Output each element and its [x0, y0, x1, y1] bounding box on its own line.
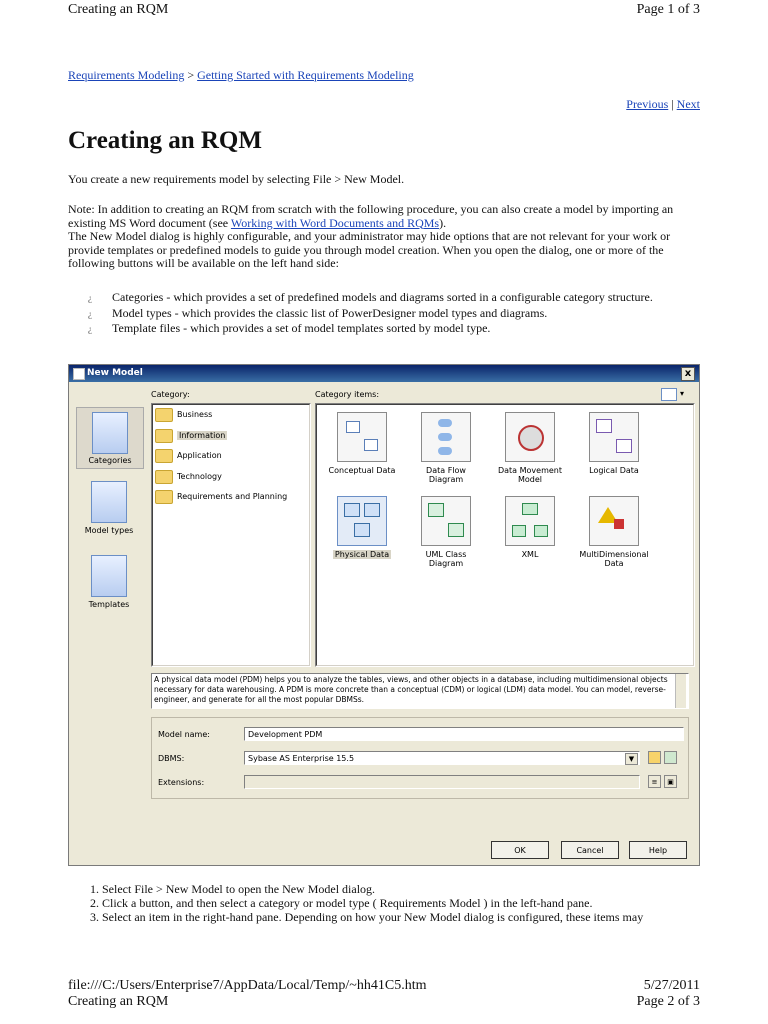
- item-data-flow-diagram[interactable]: Data Flow Diagram: [408, 412, 484, 484]
- note-paragraph: Note: In addition to creating an RQM fro…: [68, 202, 708, 271]
- bullet-icon: ¿: [88, 324, 92, 334]
- footer-path: file:///C:/Users/Enterprise7/AppData/Loc…: [68, 978, 427, 993]
- uml-class-icon: [421, 496, 471, 546]
- pager: Previous | Next: [626, 97, 700, 112]
- logical-data-icon: [589, 412, 639, 462]
- new-model-dialog: New Model x Category: Category items: ▾ …: [68, 364, 700, 866]
- word-documents-link[interactable]: Working with Word Documents and RQMs: [231, 216, 439, 230]
- extensions-edit-icon[interactable]: ≡: [648, 775, 661, 788]
- item-multidimensional-data[interactable]: MultiDimensional Data: [576, 496, 652, 568]
- view-mode-icon[interactable]: [661, 388, 677, 401]
- model-name-input[interactable]: Development PDM: [244, 727, 684, 741]
- category-item-technology[interactable]: Technology: [155, 468, 222, 485]
- categories-button[interactable]: Categories: [76, 407, 144, 469]
- data-movement-icon: [505, 412, 555, 462]
- physical-data-icon: [337, 496, 387, 546]
- cancel-button[interactable]: Cancel: [561, 841, 619, 859]
- categories-icon: [92, 412, 128, 454]
- bullet-icon: ¿: [88, 308, 92, 319]
- templates-button[interactable]: Templates: [76, 555, 142, 613]
- item-logical-data[interactable]: Logical Data: [576, 412, 652, 475]
- category-label: Category:: [151, 390, 190, 399]
- dbms-properties-icon[interactable]: [664, 751, 677, 764]
- footer-date: 5/27/2011: [643, 978, 700, 993]
- item-conceptual-data[interactable]: Conceptual Data: [324, 412, 400, 475]
- dbms-label: DBMS:: [158, 754, 185, 763]
- list-item: ¿ Categories - which provides a set of pr…: [88, 290, 653, 304]
- model-fields-panel: Model name: Development PDM DBMS: Sybase…: [151, 717, 689, 799]
- steps-list: 1. Select File > New Model to open the N…: [68, 882, 643, 924]
- footer-page: Page 2 of 3: [636, 994, 700, 1009]
- running-header-page: Page 1 of 3: [636, 2, 700, 17]
- model-types-icon: [91, 481, 127, 523]
- list-item: 1. Select File > New Model to open the N…: [90, 882, 376, 896]
- item-uml-class-diagram[interactable]: UML Class Diagram: [408, 496, 484, 568]
- breadcrumb: Requirements Modeling > Getting Started …: [68, 68, 414, 83]
- model-description: A physical data model (PDM) helps you to…: [151, 673, 689, 709]
- footer-title: Creating an RQM: [68, 994, 169, 1009]
- folder-icon: [155, 489, 173, 504]
- description-scrollbar[interactable]: [675, 674, 686, 708]
- note-line2: The New Model dialog is highly configura…: [68, 229, 671, 270]
- multidimensional-icon: [589, 496, 639, 546]
- model-types-button[interactable]: Model types: [76, 481, 142, 539]
- folder-icon: [155, 448, 173, 463]
- page-title: Creating an RQM: [68, 127, 262, 154]
- folder-icon: [155, 407, 173, 422]
- new-model-icon: [73, 368, 85, 380]
- open-folder-icon[interactable]: [648, 751, 661, 764]
- list-item: 3. Select an item in the right-hand pane…: [90, 910, 644, 924]
- breadcrumb-link-parent[interactable]: Requirements Modeling: [68, 68, 184, 82]
- running-header-title: Creating an RQM: [68, 2, 169, 17]
- category-list[interactable]: Business Information Application Technol…: [151, 403, 311, 667]
- extensions-select-icon[interactable]: ▣: [664, 775, 677, 788]
- data-flow-icon: [421, 412, 471, 462]
- mode-button-bar: Categories Model types Templates: [73, 389, 145, 667]
- bullet-icon: ¿: [88, 293, 92, 303]
- list-item: ¿ Template files - which provides a set o…: [88, 321, 491, 335]
- category-item-information[interactable]: Information: [155, 427, 228, 444]
- item-xml[interactable]: XML: [492, 496, 568, 559]
- previous-link[interactable]: Previous: [626, 97, 668, 111]
- category-item-requirements[interactable]: Requirements and Planning: [155, 488, 287, 505]
- note-text-end: ).: [439, 215, 447, 230]
- category-item-application[interactable]: Application: [155, 447, 222, 464]
- ok-button[interactable]: OK: [491, 841, 549, 859]
- category-item-business[interactable]: Business: [155, 406, 212, 423]
- conceptual-data-icon: [337, 412, 387, 462]
- item-physical-data[interactable]: Physical Data: [324, 496, 400, 559]
- category-items-label: Category items:: [315, 390, 380, 399]
- folder-icon: [155, 428, 173, 443]
- list-item: ¿ Model types - which provides the classi…: [88, 305, 548, 320]
- dbms-select[interactable]: Sybase AS Enterprise 15.5 ▼: [244, 751, 640, 765]
- close-button[interactable]: x: [681, 367, 695, 381]
- model-name-label: Model name:: [158, 730, 210, 739]
- help-button[interactable]: Help: [629, 841, 687, 859]
- pager-separator: |: [671, 97, 674, 111]
- dialog-title: New Model: [87, 368, 143, 378]
- breadcrumb-link-current[interactable]: Getting Started with Requirements Modeli…: [197, 68, 414, 82]
- folder-icon: [155, 469, 173, 484]
- templates-icon: [91, 555, 127, 597]
- extensions-field[interactable]: [244, 775, 640, 789]
- view-dropdown-icon[interactable]: ▾: [680, 389, 684, 398]
- category-items-grid[interactable]: Conceptual Data Data Flow Diagram Data M…: [315, 403, 695, 667]
- chevron-down-icon[interactable]: ▼: [625, 753, 638, 765]
- extensions-label: Extensions:: [158, 778, 205, 787]
- list-item: 2. Click a button, and then select a cat…: [90, 896, 593, 910]
- xml-icon: [505, 496, 555, 546]
- item-data-movement-model[interactable]: Data Movement Model: [492, 412, 568, 484]
- breadcrumb-separator: >: [187, 68, 195, 82]
- intro-paragraph: You create a new requirements model by s…: [68, 172, 405, 186]
- option-list: ¿ Categories - which provides a set of pr…: [88, 290, 653, 337]
- next-link[interactable]: Next: [677, 97, 700, 111]
- dialog-titlebar: New Model x: [69, 365, 699, 382]
